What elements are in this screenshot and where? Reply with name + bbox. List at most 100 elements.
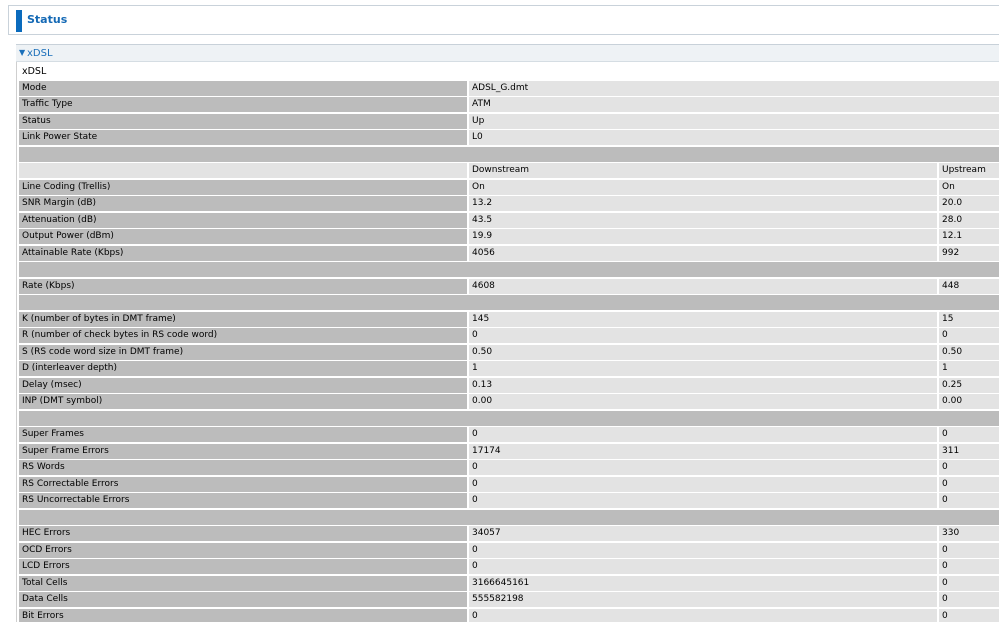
- downstream-value: 0: [469, 609, 937, 622]
- upstream-value: 0: [939, 328, 999, 343]
- table-row: S (RS code word size in DMT frame) 0.50 0.…: [19, 345, 999, 360]
- upstream-value: 0: [939, 576, 999, 591]
- row-label: Delay (msec): [19, 378, 467, 393]
- row-label: INP (DMT symbol): [19, 394, 467, 409]
- downstream-value: 0.00: [469, 394, 937, 409]
- downstream-value: 0: [469, 427, 937, 442]
- upstream-value: 0: [939, 477, 999, 492]
- table-row: Output Power (dBm) 19.9 12.1: [19, 229, 999, 244]
- info-value: Up: [469, 114, 999, 129]
- upstream-value: 28.0: [939, 213, 999, 228]
- table-row: Total Cells 3166645161 0: [19, 576, 999, 591]
- info-label: Traffic Type: [19, 97, 467, 112]
- downstream-value: 0.50: [469, 345, 937, 360]
- info-row: Link Power State L0: [19, 130, 999, 145]
- table-row: Attenuation (dB) 43.5 28.0: [19, 213, 999, 228]
- downstream-value: 19.9: [469, 229, 937, 244]
- section-title[interactable]: xDSL: [27, 47, 53, 60]
- upstream-value: 1: [939, 361, 999, 376]
- row-label: RS Correctable Errors: [19, 477, 467, 492]
- upstream-value: 0: [939, 543, 999, 558]
- table-row: D (interleaver depth) 1 1: [19, 361, 999, 376]
- upstream-value: 0: [939, 609, 999, 622]
- table-row: R (number of check bytes in RS code word…: [19, 328, 999, 343]
- table-row: Line Coding (Trellis) On On: [19, 180, 999, 195]
- table-row: Data Cells 555582198 0: [19, 592, 999, 607]
- upstream-value: 330: [939, 526, 999, 541]
- row-label: Total Cells: [19, 576, 467, 591]
- upstream-value: 12.1: [939, 229, 999, 244]
- column-header-row: Downstream Upstream: [19, 163, 999, 178]
- table-row: LCD Errors 0 0: [19, 559, 999, 574]
- row-label: RS Words: [19, 460, 467, 475]
- row-separator: [19, 510, 999, 525]
- info-row: Status Up: [19, 114, 999, 129]
- upstream-value: 0.25: [939, 378, 999, 393]
- table-row: SNR Margin (dB) 13.2 20.0: [19, 196, 999, 211]
- downstream-value: 4056: [469, 246, 937, 261]
- collapse-arrow-icon[interactable]: ▼: [19, 48, 25, 58]
- upstream-value: 0: [939, 493, 999, 508]
- row-separator: [19, 411, 999, 426]
- row-label: HEC Errors: [19, 526, 467, 541]
- upstream-value: 0.00: [939, 394, 999, 409]
- downstream-value: 145: [469, 312, 937, 327]
- row-label: RS Uncorrectable Errors: [19, 493, 467, 508]
- downstream-value: 34057: [469, 526, 937, 541]
- downstream-value: 0: [469, 559, 937, 574]
- column-header-downstream: Downstream: [469, 163, 937, 178]
- upstream-value: 0: [939, 559, 999, 574]
- upstream-value: 992: [939, 246, 999, 261]
- table-row: Super Frame Errors 17174 311: [19, 444, 999, 459]
- row-label: SNR Margin (dB): [19, 196, 467, 211]
- info-label: Status: [19, 114, 467, 129]
- upstream-value: 0: [939, 592, 999, 607]
- page-title: Status: [27, 13, 68, 26]
- row-label: LCD Errors: [19, 559, 467, 574]
- xdsl-status-table: xDSL Mode ADSL_G.dmt Traffic Type ATM Status U…: [16, 62, 999, 622]
- info-value: ADSL_G.dmt: [469, 81, 999, 96]
- downstream-value: 0: [469, 543, 937, 558]
- upstream-value: 20.0: [939, 196, 999, 211]
- upstream-value: 448: [939, 279, 999, 294]
- row-label: OCD Errors: [19, 543, 467, 558]
- column-header-upstream: Upstream: [939, 163, 999, 178]
- downstream-value: 0: [469, 460, 937, 475]
- downstream-value: 1: [469, 361, 937, 376]
- table-row: K (number of bytes in DMT frame) 145 15: [19, 312, 999, 327]
- row-label: Line Coding (Trellis): [19, 180, 467, 195]
- row-separator: [19, 295, 999, 310]
- xdsl-section-toggle[interactable]: ▼ xDSL: [16, 44, 999, 62]
- downstream-value: 4608: [469, 279, 937, 294]
- info-value: ATM: [469, 97, 999, 112]
- table-row: OCD Errors 0 0: [19, 543, 999, 558]
- row-label: S (RS code word size in DMT frame): [19, 345, 467, 360]
- upstream-value: 0: [939, 427, 999, 442]
- table-row: INP (DMT symbol) 0.00 0.00: [19, 394, 999, 409]
- downstream-value: 0: [469, 477, 937, 492]
- downstream-value: 17174: [469, 444, 937, 459]
- downstream-value: 0: [469, 493, 937, 508]
- header-accent-bar: [16, 10, 22, 32]
- row-label: Super Frame Errors: [19, 444, 467, 459]
- table-row: HEC Errors 34057 330: [19, 526, 999, 541]
- table-title-row: xDSL: [19, 64, 999, 79]
- column-header-blank: [19, 163, 467, 178]
- row-label: Attainable Rate (Kbps): [19, 246, 467, 261]
- row-label: K (number of bytes in DMT frame): [19, 312, 467, 327]
- row-label: Output Power (dBm): [19, 229, 467, 244]
- table-row: Attainable Rate (Kbps) 4056 992: [19, 246, 999, 261]
- downstream-value: 43.5: [469, 213, 937, 228]
- row-label: Bit Errors: [19, 609, 467, 622]
- row-label: Rate (Kbps): [19, 279, 467, 294]
- table-title: xDSL: [19, 64, 999, 79]
- table-row: Bit Errors 0 0: [19, 609, 999, 622]
- table-row: Rate (Kbps) 4608 448: [19, 279, 999, 294]
- upstream-value: 0.50: [939, 345, 999, 360]
- upstream-value: On: [939, 180, 999, 195]
- info-row: Mode ADSL_G.dmt: [19, 81, 999, 96]
- downstream-value: 3166645161: [469, 576, 937, 591]
- upstream-value: 0: [939, 460, 999, 475]
- row-label: D (interleaver depth): [19, 361, 467, 376]
- info-label: Link Power State: [19, 130, 467, 145]
